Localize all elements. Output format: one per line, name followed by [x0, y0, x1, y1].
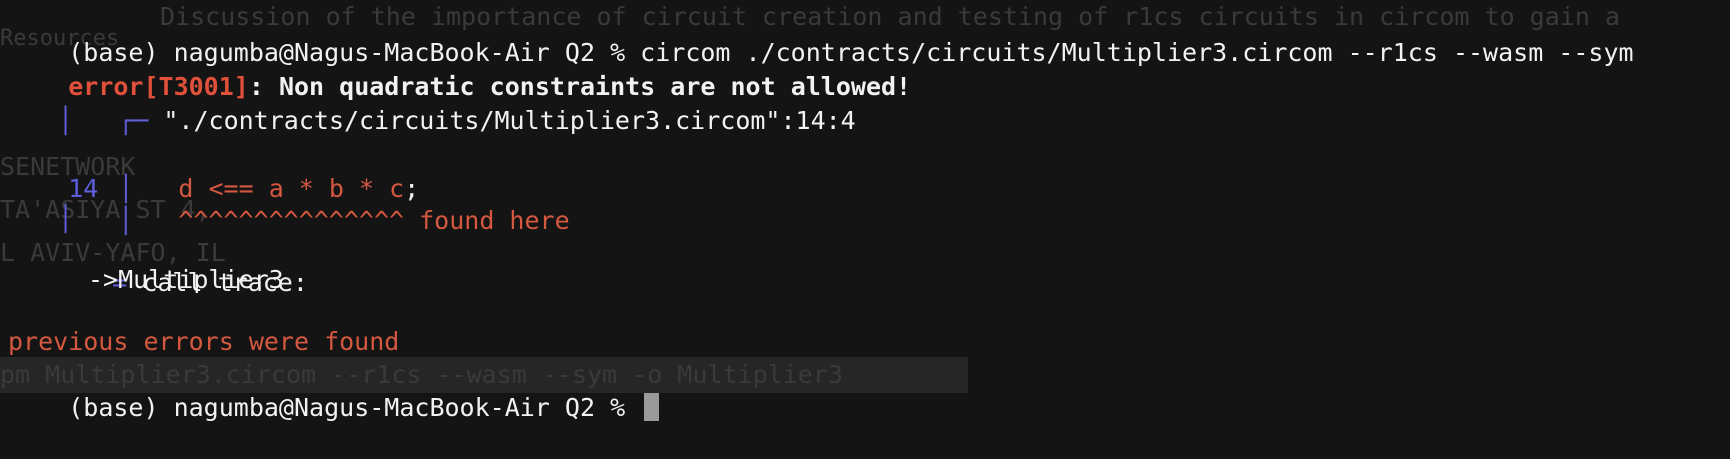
found-here-label: found here [404, 206, 570, 235]
error-location: "./contracts/circuits/Multiplier3.circom… [163, 106, 856, 135]
text-cursor[interactable] [644, 393, 660, 421]
source-line: 14 │ d <== a * b * c; [8, 138, 419, 203]
command-line: (base) nagumba@Nagus-MacBook-Air Q2 % ci… [8, 2, 1633, 67]
call-trace-line: = call trace: [52, 232, 308, 297]
final-prompt-line: (base) nagumba@Nagus-MacBook-Air Q2 % [8, 357, 660, 422]
error-carets: ^^^^^^^^^^^^^^^ [178, 206, 405, 235]
call-trace-item: ->Multiplier3 [88, 265, 284, 294]
error-header: error[T3001]: Non quadratic constraints … [8, 36, 911, 101]
gutter-pipe-1: │ [58, 106, 74, 135]
error-location-line: ┌─ "./contracts/circuits/Multiplier3.cir… [58, 70, 856, 135]
terminal-window[interactable]: (base) nagumba@Nagus-MacBook-Air Q2 % ci… [0, 0, 1730, 422]
gutter-pipe-4: │ [58, 204, 74, 233]
final-shell-prompt: (base) nagumba@Nagus-MacBook-Air Q2 % [68, 393, 641, 422]
error-summary: previous errors were found [8, 327, 400, 356]
caret-line: │ ^^^^^^^^^^^^^^^ found here [58, 170, 569, 235]
location-box-corner: ┌─ [118, 106, 164, 135]
gutter-pipe-3: │ [118, 206, 134, 235]
